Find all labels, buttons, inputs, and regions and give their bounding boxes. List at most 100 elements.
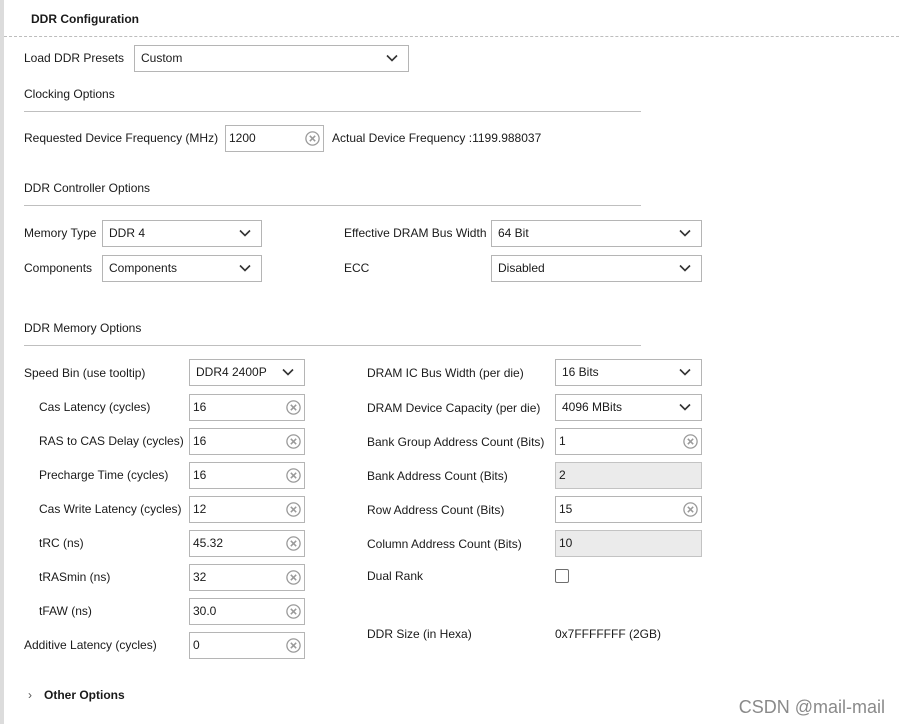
device-capacity-dropdown[interactable]: 4096 MBits <box>555 394 702 421</box>
cas-write-value: 12 <box>193 502 207 516</box>
clear-icon[interactable] <box>286 468 301 483</box>
ddr-size-label: DDR Size (in Hexa) <box>367 627 472 641</box>
ddr-size-value: 0x7FFFFFFF (2GB) <box>555 627 661 641</box>
requested-frequency-value: 1200 <box>229 131 256 145</box>
additive-latency-value: 0 <box>193 638 200 652</box>
chevron-down-icon <box>679 229 691 237</box>
ecc-dropdown[interactable]: Disabled <box>491 255 702 282</box>
column-address-value: 10 <box>559 536 573 550</box>
clear-icon[interactable] <box>286 604 301 619</box>
additive-latency-input[interactable]: 0 <box>189 632 305 659</box>
other-options-label: Other Options <box>44 688 125 702</box>
left-edge-strip <box>0 0 4 724</box>
presets-dropdown[interactable]: Custom <box>134 45 409 72</box>
precharge-input[interactable]: 16 <box>189 462 305 489</box>
memory-section-rule <box>24 345 641 346</box>
ic-bus-width-dropdown[interactable]: 16 Bits <box>555 359 702 386</box>
bank-group-label: Bank Group Address Count (Bits) <box>367 435 545 449</box>
column-address-label: Column Address Count (Bits) <box>367 537 522 551</box>
device-capacity-value: 4096 MBits <box>562 400 623 414</box>
watermark: CSDN @mail-mail <box>738 697 885 717</box>
memory-section-title: DDR Memory Options <box>24 321 142 335</box>
chevron-down-icon <box>282 368 294 376</box>
row-address-label: Row Address Count (Bits) <box>367 503 505 517</box>
memory-type-value: DDR 4 <box>109 226 146 240</box>
chevron-down-icon <box>679 368 691 376</box>
column-address-readonly: 10 <box>555 530 702 557</box>
title-divider <box>4 36 899 37</box>
clear-icon[interactable] <box>286 434 301 449</box>
ras-cas-label: RAS to CAS Delay (cycles) <box>39 434 184 448</box>
trasmin-label: tRASmin (ns) <box>39 570 111 584</box>
clear-icon[interactable] <box>286 400 301 415</box>
controller-section-title: DDR Controller Options <box>24 181 151 195</box>
row-address-input[interactable]: 15 <box>555 496 702 523</box>
clear-icon[interactable] <box>286 536 301 551</box>
additive-latency-label: Additive Latency (cycles) <box>24 638 157 652</box>
memory-type-label: Memory Type <box>24 226 97 240</box>
components-value: Components <box>109 261 178 275</box>
requested-frequency-label: Requested Device Frequency (MHz) <box>24 131 219 145</box>
trasmin-value: 32 <box>193 570 207 584</box>
speed-bin-value: DDR4 2400P <box>196 365 267 379</box>
tfaw-input[interactable]: 30.0 <box>189 598 305 625</box>
cas-write-label: Cas Write Latency (cycles) <box>39 502 182 516</box>
device-capacity-label: DRAM Device Capacity (per die) <box>367 401 541 415</box>
chevron-down-icon <box>679 403 691 411</box>
ic-bus-width-label: DRAM IC Bus Width (per die) <box>367 366 524 380</box>
chevron-down-icon <box>239 264 251 272</box>
bus-width-label: Effective DRAM Bus Width <box>344 226 487 240</box>
presets-label: Load DDR Presets <box>24 51 125 65</box>
clear-icon[interactable] <box>305 131 320 146</box>
trc-input[interactable]: 45.32 <box>189 530 305 557</box>
bank-address-label: Bank Address Count (Bits) <box>367 469 508 483</box>
ecc-label: ECC <box>344 261 370 275</box>
chevron-down-icon <box>386 54 398 62</box>
precharge-value: 16 <box>193 468 207 482</box>
memory-type-dropdown[interactable]: DDR 4 <box>102 220 262 247</box>
tfaw-value: 30.0 <box>193 604 217 618</box>
bus-width-value: 64 Bit <box>498 226 529 240</box>
requested-frequency-input[interactable]: 1200 <box>225 125 324 152</box>
precharge-label: Precharge Time (cycles) <box>39 468 169 482</box>
cas-write-input[interactable]: 12 <box>189 496 305 523</box>
ecc-value: Disabled <box>498 261 545 275</box>
bank-address-readonly: 2 <box>555 462 702 489</box>
speed-bin-dropdown[interactable]: DDR4 2400P <box>189 359 305 386</box>
speed-bin-label: Speed Bin (use tooltip) <box>24 366 146 380</box>
ras-cas-value: 16 <box>193 434 207 448</box>
row-address-value: 15 <box>559 502 573 516</box>
chevron-right-icon: › <box>28 688 32 702</box>
trc-value: 45.32 <box>193 536 224 550</box>
ic-bus-width-value: 16 Bits <box>562 365 599 379</box>
clear-icon[interactable] <box>286 570 301 585</box>
chevron-down-icon <box>679 264 691 272</box>
bank-group-input[interactable]: 1 <box>555 428 702 455</box>
page-title: DDR Configuration <box>31 12 139 26</box>
tfaw-label: tFAW (ns) <box>39 604 92 618</box>
cas-latency-input[interactable]: 16 <box>189 394 305 421</box>
chevron-down-icon <box>239 229 251 237</box>
bank-address-value: 2 <box>559 468 566 482</box>
clear-icon[interactable] <box>683 434 698 449</box>
trc-label: tRC (ns) <box>39 536 84 550</box>
trasmin-input[interactable]: 32 <box>189 564 305 591</box>
clear-icon[interactable] <box>286 502 301 517</box>
dual-rank-label: Dual Rank <box>367 569 424 583</box>
clear-icon[interactable] <box>683 502 698 517</box>
other-options-toggle[interactable]: › Other Options <box>28 688 125 702</box>
components-dropdown[interactable]: Components <box>102 255 262 282</box>
clocking-section-title: Clocking Options <box>24 87 115 101</box>
ras-cas-input[interactable]: 16 <box>189 428 305 455</box>
components-label: Components <box>24 261 93 275</box>
cas-latency-value: 16 <box>193 400 207 414</box>
presets-value: Custom <box>141 51 183 65</box>
controller-section-rule <box>24 205 641 206</box>
clocking-section-rule <box>24 111 641 112</box>
clear-icon[interactable] <box>286 638 301 653</box>
cas-latency-label: Cas Latency (cycles) <box>39 400 151 414</box>
bus-width-dropdown[interactable]: 64 Bit <box>491 220 702 247</box>
actual-frequency-readout: Actual Device Frequency :1199.988037 <box>332 131 542 145</box>
dual-rank-checkbox[interactable] <box>555 569 569 583</box>
bank-group-value: 1 <box>559 434 566 448</box>
